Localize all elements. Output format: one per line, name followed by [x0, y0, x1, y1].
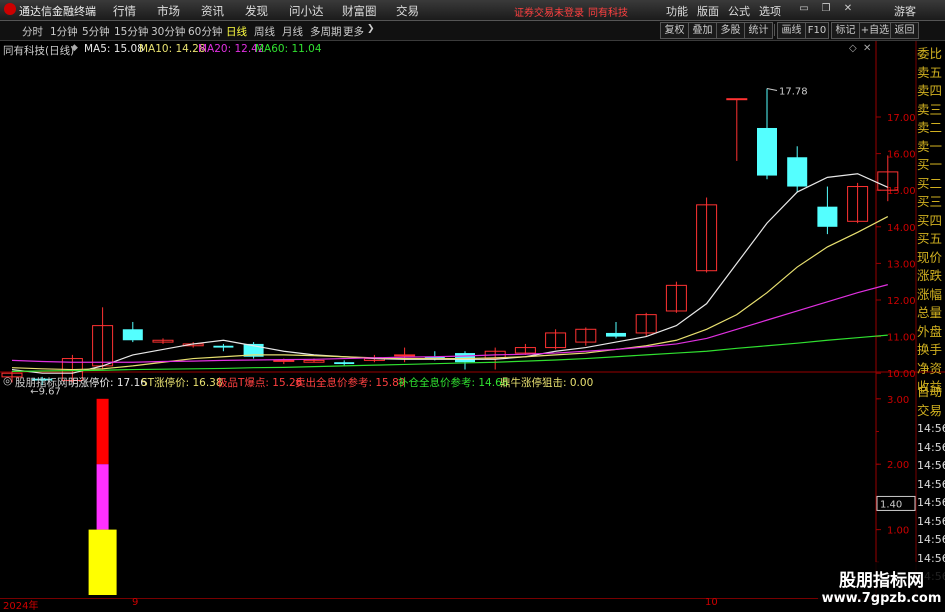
- candle-body: [757, 127, 777, 176]
- candle-body: [787, 157, 808, 187]
- candle-body: [122, 329, 143, 341]
- sub-bar: [96, 464, 109, 530]
- time-row-6: 14:56: [917, 496, 945, 509]
- sub-tick-label: 1.00: [887, 526, 909, 537]
- quote-field-2: 卖四: [917, 83, 943, 98]
- candle: [726, 98, 748, 161]
- candle-body: [726, 98, 748, 101]
- price-tick-label: 13.00: [887, 259, 916, 270]
- time-row-1: 交易: [917, 402, 943, 418]
- sub-indicator-icon[interactable]: ◎: [3, 375, 12, 387]
- x-label-oct: 10: [705, 597, 718, 608]
- quote-field-0: 委比: [917, 46, 943, 61]
- candle-body: [213, 345, 234, 348]
- sub-tick-label: 2.00: [887, 460, 909, 471]
- high-label: 17.78: [779, 86, 808, 97]
- cursor-value: 1.40: [880, 499, 902, 510]
- time-row-7: 14:56: [917, 514, 945, 528]
- price-tick-label: 12.00: [887, 296, 916, 307]
- candle: [122, 321, 143, 343]
- t-burst-label: 极品T爆点: 15.26: [217, 377, 303, 389]
- candle: [213, 343, 234, 352]
- time-row-0: 自动: [917, 384, 943, 399]
- candle: [635, 312, 657, 337]
- time-row-3: 14:56: [917, 440, 945, 454]
- time-row-8: 14:56: [917, 533, 945, 546]
- candle: [817, 186, 838, 235]
- candle: [847, 182, 869, 224]
- time-row-4: 14:56: [917, 459, 945, 472]
- quote-field-1: 卖五: [917, 64, 943, 80]
- price-tick-label: 17.00: [887, 113, 916, 124]
- time-row-2: 14:56: [917, 422, 945, 435]
- candle: [152, 338, 174, 344]
- x-label-year: 2024年: [3, 601, 39, 612]
- quote-field-6: 买一: [917, 157, 943, 172]
- quote-field-list: 委比 卖五 卖四 卖三 卖二 卖一 买一 买二 买三 买四 买五 现价 涨跌 涨幅 总量 外盘 换手 净资 收益: [917, 45, 945, 397]
- watermark-title: 股朋指标网: [839, 571, 924, 591]
- watermark: 股朋指标网 www.7gpzb.com: [818, 562, 945, 609]
- quote-field-4: 卖二: [917, 120, 943, 135]
- price-tick-label: 11.00: [887, 333, 916, 344]
- candle: [575, 327, 597, 346]
- candle-body: [817, 206, 838, 227]
- candle: [455, 351, 475, 370]
- quote-field-7: 买二: [917, 175, 943, 191]
- candle: [606, 321, 626, 339]
- quote-field-5: 卖一: [917, 138, 943, 154]
- price-tick-label: 15.00: [887, 186, 916, 197]
- candle: [92, 307, 114, 370]
- candle-body: [334, 362, 355, 365]
- watermark-url: www.7gpzb.com: [821, 591, 942, 606]
- sub-bar: [96, 398, 109, 465]
- ma20-line: [11, 284, 888, 363]
- kline-chart[interactable]: 17.00 16.00 15.00 14.00 13.00 12.00 11.00 10.00…: [0, 0, 945, 609]
- refill-reference-label: 补仓全息价参考: 14.68: [398, 377, 509, 389]
- quote-field-12: 涨跌: [917, 268, 943, 283]
- sell-reference-label: 卖出全息价参考: 15.89: [295, 377, 406, 389]
- candle: [394, 347, 416, 363]
- limit-snipe-label: 鼎牛涨停狙击: 0.00: [500, 377, 594, 389]
- st-limit-up-label: ST涨停价: 16.38: [141, 377, 223, 389]
- quote-field-9: 买四: [917, 212, 943, 228]
- sub-bar: [88, 529, 117, 595]
- sub-indicator-name: 股朋指标网: [15, 377, 68, 389]
- quote-field-11: 现价: [917, 249, 943, 265]
- price-tick-label: 10.00: [887, 369, 916, 380]
- quote-field-8: 买三: [917, 194, 943, 209]
- candle: [545, 329, 567, 350]
- candle: [696, 197, 718, 273]
- sub-tick-label: 3.00: [887, 395, 909, 406]
- ma5-line: [11, 173, 889, 374]
- quote-field-15: 外盘: [917, 323, 943, 339]
- candle-body: [273, 359, 295, 362]
- time-row-5: 14:56: [917, 477, 945, 491]
- quote-field-10: 买五: [917, 231, 943, 246]
- candle: [665, 281, 687, 313]
- quote-field-16: 换手: [917, 342, 943, 357]
- candle-body: [455, 353, 475, 363]
- candle: [334, 360, 355, 366]
- candle: [757, 88, 777, 180]
- candle: [787, 146, 808, 193]
- limit-up-price-label: 明涨停价: 17.16: [68, 377, 147, 389]
- quote-field-14: 总量: [917, 305, 943, 320]
- trade-time-list: 自动交易14:5614:5614:5614:5614:5614:5614:561…: [917, 383, 945, 587]
- price-tick-label: 16.00: [887, 150, 916, 161]
- candle-body: [394, 354, 416, 357]
- high-marker: [766, 87, 778, 91]
- candle-body: [606, 332, 626, 337]
- quote-field-3: 卖三: [917, 101, 943, 117]
- quote-field-13: 涨幅: [917, 286, 943, 302]
- candle: [514, 343, 536, 355]
- x-label-sep: 9: [132, 597, 139, 608]
- quote-field-17: 净资: [917, 360, 943, 376]
- price-tick-label: 14.00: [887, 223, 916, 234]
